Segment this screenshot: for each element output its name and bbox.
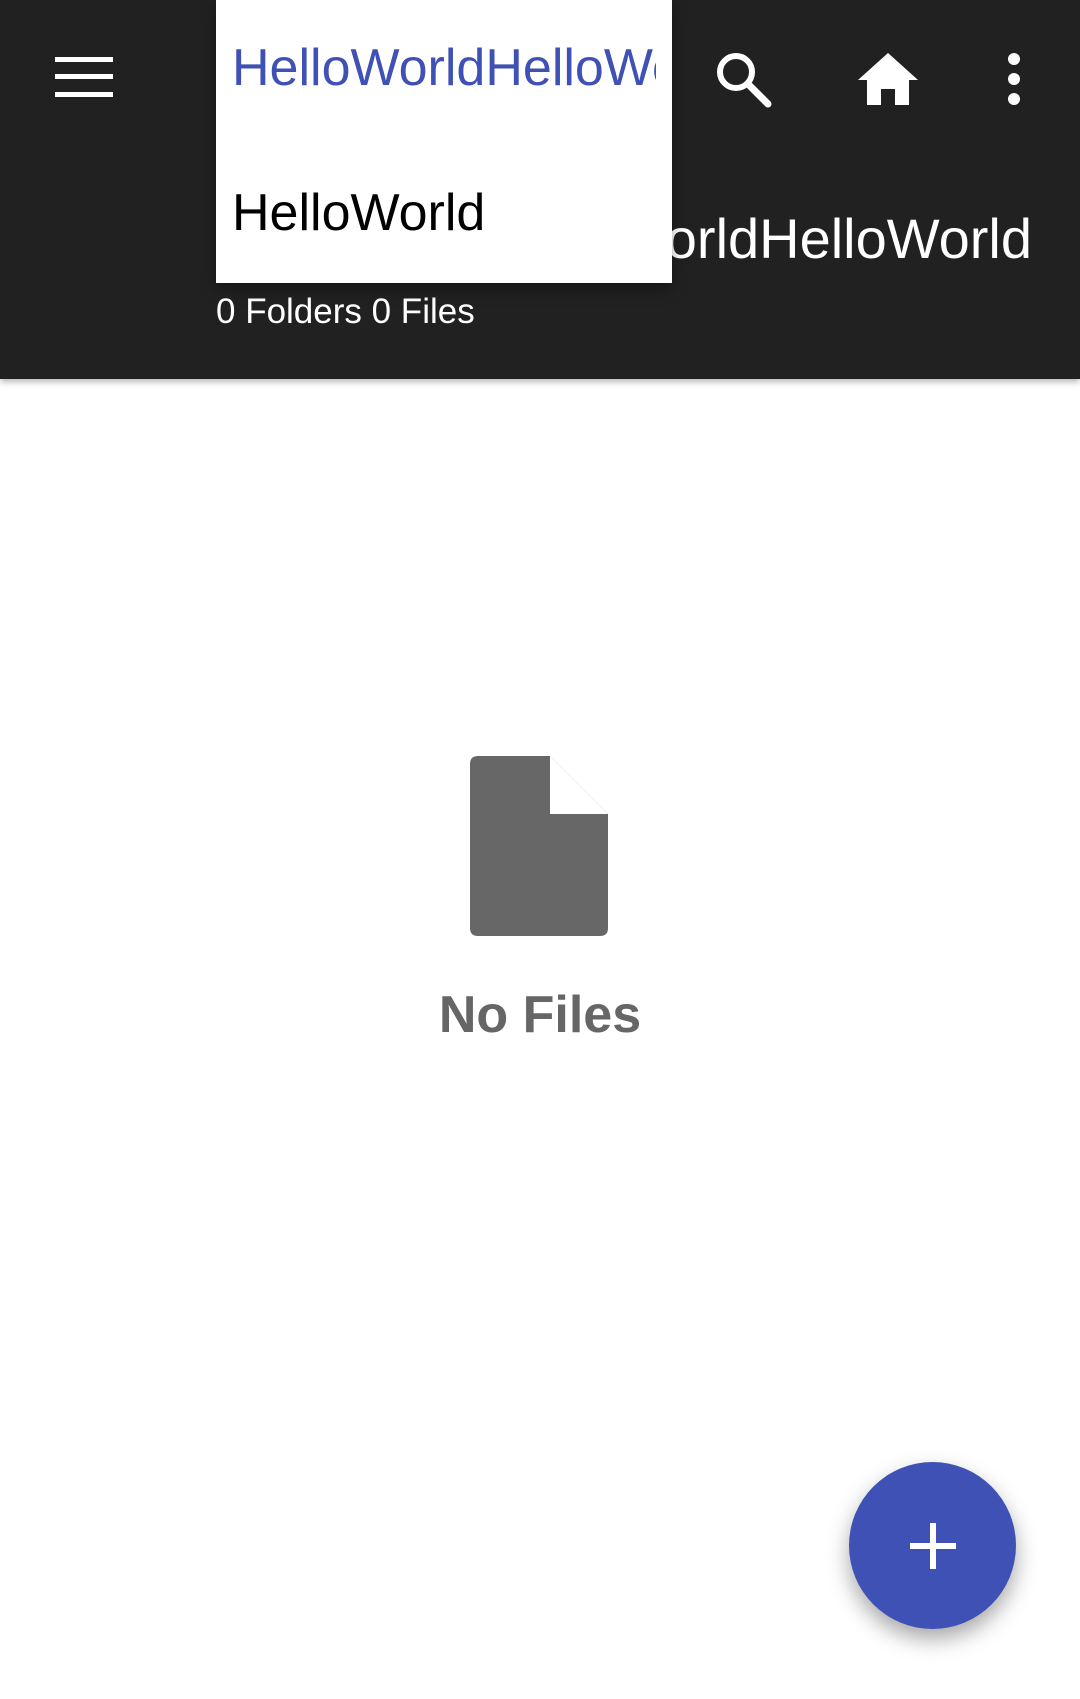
more-vert-icon xyxy=(1008,53,1020,105)
empty-state-message: No Files xyxy=(438,986,642,1044)
dropdown-item-selected[interactable]: HelloWorldHelloWorld xyxy=(232,13,656,123)
menu-button[interactable] xyxy=(34,27,134,127)
file-browser-screen: HelloWorldHelloWorldHelloWorld 0 Folders… xyxy=(0,0,1080,1699)
add-button[interactable] xyxy=(849,1462,1016,1629)
more-options-button[interactable] xyxy=(964,29,1064,129)
home-button[interactable] xyxy=(838,29,938,129)
menu-icon xyxy=(55,57,113,97)
file-icon xyxy=(470,756,608,936)
dropdown-item[interactable]: HelloWorld xyxy=(232,158,656,268)
search-button[interactable] xyxy=(693,29,793,129)
search-icon xyxy=(717,53,772,108)
add-icon xyxy=(909,1522,956,1569)
folder-file-count: 0 Folders 0 Files xyxy=(216,292,475,331)
home-icon xyxy=(858,53,918,105)
breadcrumb-dropdown: HelloWorldHelloWorld HelloWorld xyxy=(216,0,672,283)
